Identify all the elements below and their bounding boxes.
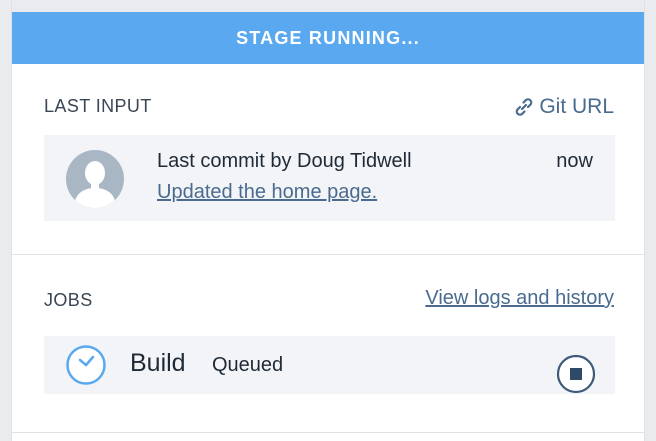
last-commit-panel: Last commit by Doug Tidwell now Updated … bbox=[44, 135, 615, 221]
user-avatar bbox=[66, 150, 124, 208]
job-name: Build bbox=[130, 349, 186, 377]
card-top-band bbox=[12, 0, 644, 12]
commit-message-link[interactable]: Updated the home page. bbox=[157, 181, 377, 204]
clock-icon bbox=[66, 345, 106, 385]
stage-card: STAGE RUNNING... LAST INPUT Git URL Last… bbox=[11, 0, 645, 441]
commit-author-text: Last commit by Doug Tidwell bbox=[157, 150, 412, 172]
stage-status-text: STAGE RUNNING... bbox=[236, 27, 420, 48]
section-divider-bottom bbox=[12, 432, 644, 433]
git-url-label: Git URL bbox=[539, 95, 614, 118]
jobs-title: JOBS bbox=[44, 290, 93, 310]
link-icon bbox=[516, 98, 533, 116]
commit-time-text: now bbox=[556, 150, 593, 172]
avatar-silhouette-icon bbox=[74, 161, 116, 208]
view-logs-link[interactable]: View logs and history bbox=[425, 287, 614, 310]
job-row[interactable]: Build Queued bbox=[44, 336, 615, 394]
stop-icon[interactable] bbox=[556, 354, 596, 394]
stage-status-banner: STAGE RUNNING... bbox=[12, 12, 644, 64]
job-status: Queued bbox=[212, 354, 284, 376]
git-url-link[interactable]: Git URL bbox=[512, 95, 614, 119]
last-input-title: LAST INPUT bbox=[44, 96, 152, 116]
section-divider bbox=[12, 254, 644, 255]
